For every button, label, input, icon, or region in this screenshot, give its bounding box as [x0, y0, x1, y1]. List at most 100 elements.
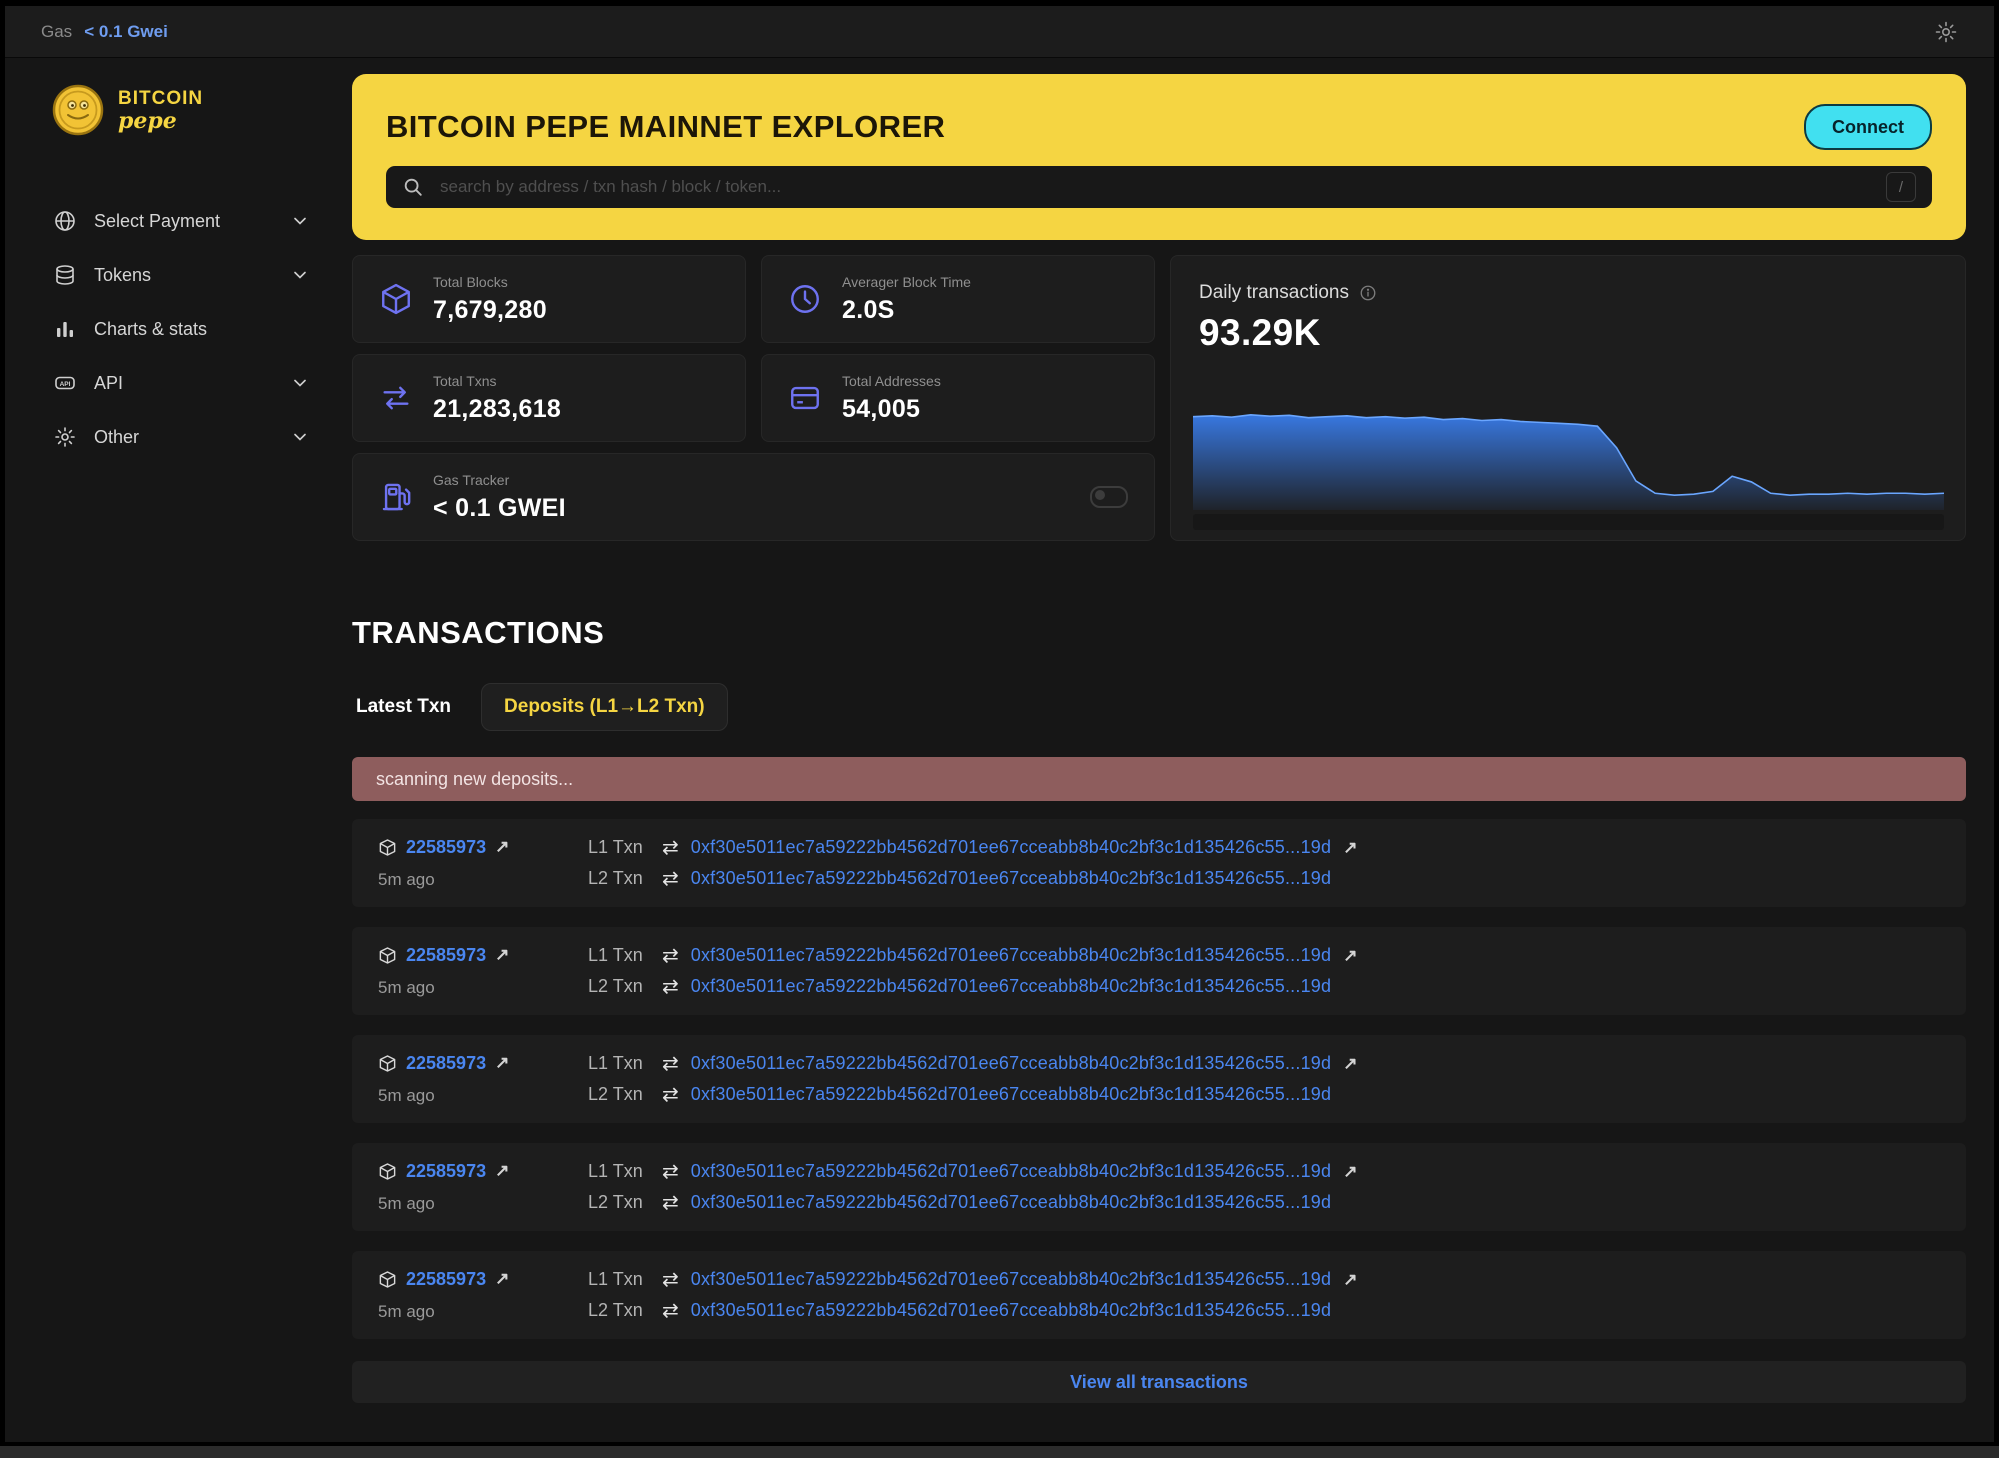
l1-label: L1 Txn: [588, 837, 650, 858]
l2-hash-link[interactable]: 0xf30e5011ec7a59222bb4562d701ee67cceabb8…: [691, 1300, 1331, 1321]
settings-button[interactable]: [1934, 20, 1958, 44]
view-all-bar: View all transactions: [352, 1361, 1966, 1403]
block-link[interactable]: 22585973: [406, 837, 486, 858]
tab-deposits[interactable]: Deposits (L1→L2 Txn): [481, 683, 728, 731]
sidebar-menu: Select Payment Tokens: [52, 202, 310, 456]
gas-tracker-toggle[interactable]: [1090, 486, 1128, 508]
block-cube-icon: [378, 838, 397, 857]
sidebar-item-label: Select Payment: [94, 211, 274, 232]
info-icon[interactable]: [1359, 284, 1377, 302]
external-link-icon: ↗: [495, 1053, 509, 1073]
transaction-row: 22585973 ↗ 5m ago L1 Txn ⇄ 0xf30e5011ec7…: [352, 1251, 1966, 1339]
block-link[interactable]: 22585973: [406, 945, 486, 966]
stat-card-text: Total Blocks 7,679,280: [433, 274, 547, 325]
stat-label: Gas Tracker: [433, 472, 566, 488]
tx-block-line: 22585973 ↗: [378, 837, 588, 858]
bottom-scrollbar-strip[interactable]: [0, 1446, 1999, 1458]
block-link[interactable]: 22585973: [406, 1269, 486, 1290]
tx-hash-column: L1 Txn ⇄ 0xf30e5011ec7a59222bb4562d701ee…: [588, 1053, 1357, 1105]
transaction-row: 22585973 ↗ 5m ago L1 Txn ⇄ 0xf30e5011ec7…: [352, 1143, 1966, 1231]
row-age: 5m ago: [378, 870, 588, 890]
chevron-down-icon: [290, 211, 310, 231]
block-cube-icon: [378, 946, 397, 965]
clock-icon: [788, 282, 822, 316]
svg-text:API: API: [60, 381, 71, 388]
l2-hash-link[interactable]: 0xf30e5011ec7a59222bb4562d701ee67cceabb8…: [691, 1084, 1331, 1105]
external-link-icon: ↗: [1343, 1162, 1357, 1182]
sidebar-item-charts-stats[interactable]: Charts & stats: [52, 310, 310, 348]
block-link[interactable]: 22585973: [406, 1161, 486, 1182]
chevron-down-icon: [290, 427, 310, 447]
api-icon: API: [52, 371, 78, 395]
transactions-tabs: Latest Txn Deposits (L1→L2 Txn): [352, 683, 1966, 731]
l1-hash-link[interactable]: 0xf30e5011ec7a59222bb4562d701ee67cceabb8…: [691, 945, 1331, 966]
sidebar-item-label: Charts & stats: [94, 319, 310, 340]
l2-label: L2 Txn: [588, 868, 650, 889]
search-input[interactable]: [438, 176, 1872, 198]
l1-txn-line: L1 Txn ⇄ 0xf30e5011ec7a59222bb4562d701ee…: [588, 1269, 1357, 1290]
l1-hash-link[interactable]: 0xf30e5011ec7a59222bb4562d701ee67cceabb8…: [691, 1161, 1331, 1182]
sidebar-item-tokens[interactable]: Tokens: [52, 256, 310, 294]
external-link-icon: ↗: [495, 1161, 509, 1181]
stats-grid: Total Blocks 7,679,280 Averager Block Ti…: [352, 255, 1155, 541]
l2-hash-link[interactable]: 0xf30e5011ec7a59222bb4562d701ee67cceabb8…: [691, 1192, 1331, 1213]
stat-value: 21,283,618: [433, 395, 561, 424]
view-all-transactions-link[interactable]: View all transactions: [1070, 1372, 1248, 1393]
gear-icon: [52, 425, 78, 449]
explorer-header-banner: BITCOIN PEPE MAINNET EXPLORER Connect /: [352, 74, 1966, 240]
daily-transactions-panel: Daily transactions 93.29K: [1170, 255, 1966, 541]
l1-hash-link[interactable]: 0xf30e5011ec7a59222bb4562d701ee67cceabb8…: [691, 1269, 1331, 1290]
stat-value: 7,679,280: [433, 296, 547, 325]
l1-txn-line: L1 Txn ⇄ 0xf30e5011ec7a59222bb4562d701ee…: [588, 1053, 1357, 1074]
swap-icon: ⇄: [662, 838, 679, 858]
brand-name-line1: BITCOIN: [118, 89, 203, 108]
chart-area-fill: [1193, 415, 1944, 510]
swap-icon: ⇄: [662, 946, 679, 966]
tx-block-line: 22585973 ↗: [378, 1269, 588, 1290]
stat-card-text: Gas Tracker < 0.1 GWEI: [433, 472, 566, 523]
stat-card-text: Total Txns 21,283,618: [433, 373, 561, 424]
block-link[interactable]: 22585973: [406, 1053, 486, 1074]
tx-block-column: 22585973 ↗ 5m ago: [378, 1269, 588, 1322]
l1-hash-link[interactable]: 0xf30e5011ec7a59222bb4562d701ee67cceabb8…: [691, 1053, 1331, 1074]
chart-axis-strip: [1193, 514, 1944, 530]
tx-block-line: 22585973 ↗: [378, 945, 588, 966]
swap-icon: ⇄: [662, 1162, 679, 1182]
external-link-icon: ↗: [495, 837, 509, 857]
swap-icon: ⇄: [662, 1054, 679, 1074]
sidebar-item-label: API: [94, 373, 274, 394]
scanning-status-banner: scanning new deposits...: [352, 757, 1966, 801]
chevron-down-icon: [290, 373, 310, 393]
sidebar-item-api[interactable]: API API: [52, 364, 310, 402]
tx-block-line: 22585973 ↗: [378, 1053, 588, 1074]
swap-icon: ⇄: [662, 1301, 679, 1321]
l1-label: L1 Txn: [588, 1053, 650, 1074]
l2-hash-link[interactable]: 0xf30e5011ec7a59222bb4562d701ee67cceabb8…: [691, 976, 1331, 997]
sidebar-item-other[interactable]: Other: [52, 418, 310, 456]
connect-button[interactable]: Connect: [1804, 104, 1932, 150]
gas-pump-icon: [379, 480, 413, 514]
daily-transactions-chart: [1193, 402, 1944, 510]
transactions-heading: TRANSACTIONS: [352, 615, 1966, 651]
main-area: BITCOIN PEPE MAINNET EXPLORER Connect /: [352, 58, 1994, 1442]
gas-label: Gas: [41, 22, 72, 42]
tab-latest-txn[interactable]: Latest Txn: [352, 686, 455, 728]
tx-block-line: 22585973 ↗: [378, 1161, 588, 1182]
gear-icon: [1934, 20, 1958, 44]
transactions-list: 22585973 ↗ 5m ago L1 Txn ⇄ 0xf30e5011ec7…: [352, 819, 1966, 1339]
brand-logo[interactable]: BITCOIN pepe: [52, 84, 352, 136]
l2-hash-link[interactable]: 0xf30e5011ec7a59222bb4562d701ee67cceabb8…: [691, 868, 1331, 889]
tx-hash-column: L1 Txn ⇄ 0xf30e5011ec7a59222bb4562d701ee…: [588, 945, 1357, 997]
app-window: Gas < 0.1 Gwei: [5, 6, 1994, 1442]
l1-label: L1 Txn: [588, 1161, 650, 1182]
swap-arrows-icon: [379, 381, 413, 415]
stat-label: Averager Block Time: [842, 274, 971, 290]
l1-label: L1 Txn: [588, 945, 650, 966]
stat-card-text: Total Addresses 54,005: [842, 373, 941, 424]
stat-label: Total Blocks: [433, 274, 547, 290]
sidebar-item-select-payment[interactable]: Select Payment: [52, 202, 310, 240]
slash-shortcut-hint: /: [1886, 172, 1916, 202]
tx-block-column: 22585973 ↗ 5m ago: [378, 1161, 588, 1214]
l1-txn-line: L1 Txn ⇄ 0xf30e5011ec7a59222bb4562d701ee…: [588, 1161, 1357, 1182]
l1-hash-link[interactable]: 0xf30e5011ec7a59222bb4562d701ee67cceabb8…: [691, 837, 1331, 858]
